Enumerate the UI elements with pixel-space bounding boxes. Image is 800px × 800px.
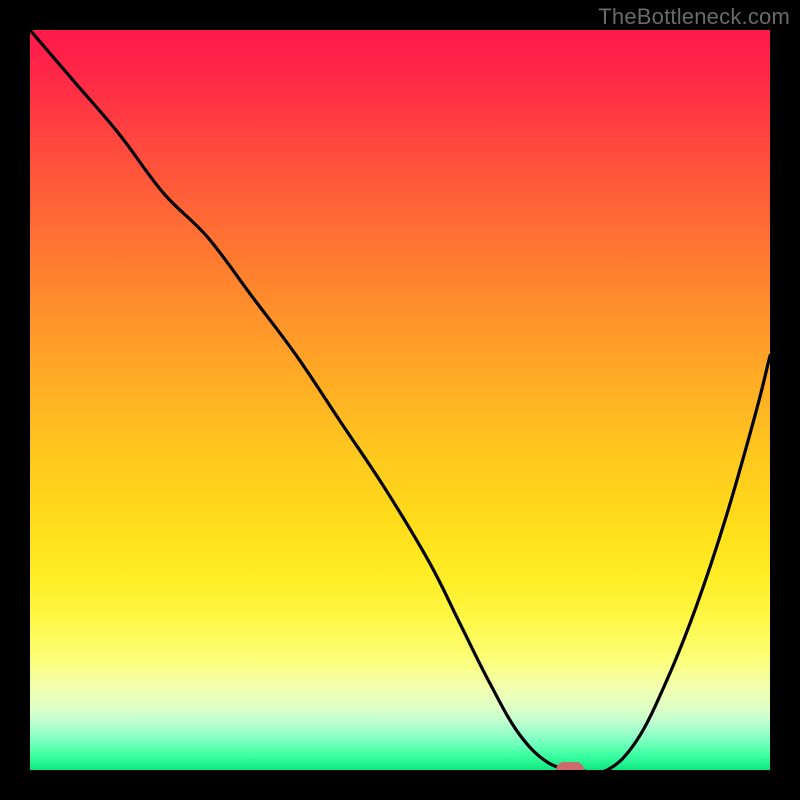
- plot-area: [30, 30, 770, 770]
- optimal-marker: [556, 762, 584, 770]
- watermark-text: TheBottleneck.com: [598, 4, 790, 30]
- bottleneck-curve: [30, 30, 770, 770]
- chart-frame: TheBottleneck.com: [0, 0, 800, 800]
